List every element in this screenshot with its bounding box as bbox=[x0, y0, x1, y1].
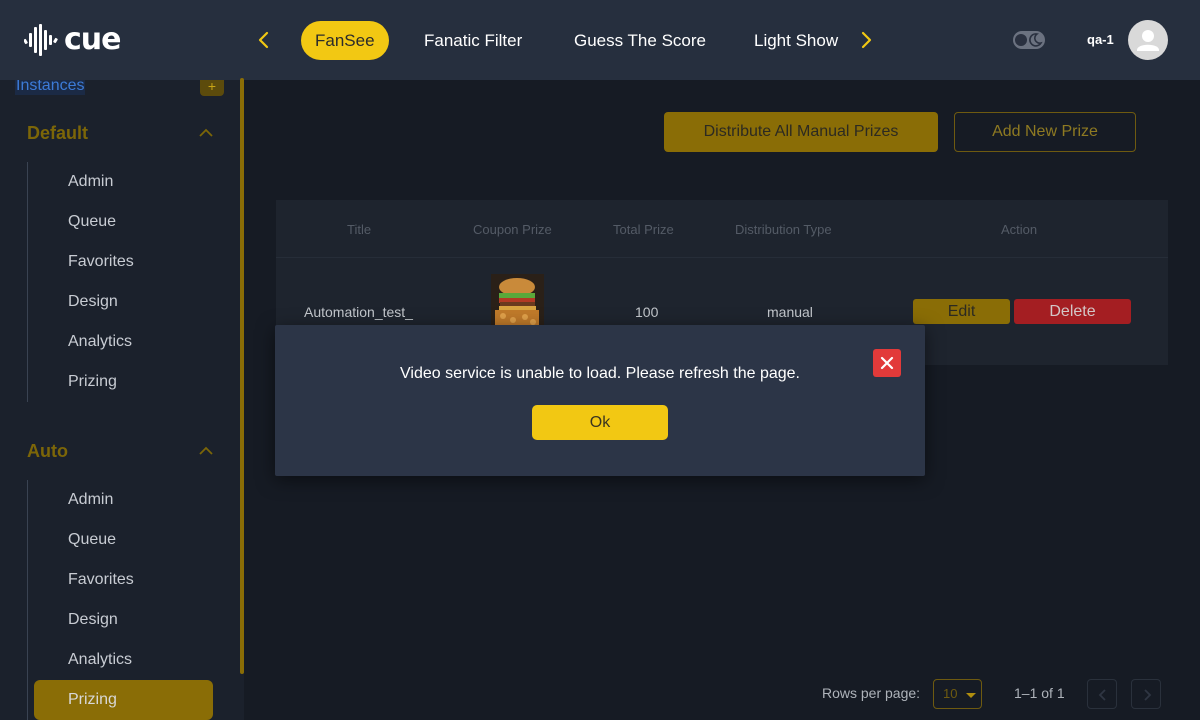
cue-logo[interactable]: cue bbox=[24, 22, 121, 58]
close-icon bbox=[880, 356, 894, 370]
sidebar: Instances + Default Admin Queue Favorite… bbox=[0, 80, 244, 720]
cell-distribution-type: manual bbox=[767, 304, 813, 320]
sidebar-item-queue[interactable]: Queue bbox=[68, 213, 116, 231]
rows-per-page-label: Rows per page: bbox=[822, 685, 921, 701]
header-divider bbox=[276, 257, 1168, 258]
sidebar-item-prizing[interactable]: Prizing bbox=[68, 373, 117, 391]
dialog-message: Video service is unable to load. Please … bbox=[400, 365, 800, 382]
group-divider bbox=[27, 480, 28, 720]
sidebar-item-admin[interactable]: Admin bbox=[68, 491, 113, 509]
add-new-prize-button[interactable]: Add New Prize bbox=[954, 112, 1136, 152]
dialog-close-button[interactable] bbox=[873, 349, 901, 377]
tab-fansee[interactable]: FanSee bbox=[301, 21, 389, 60]
previous-page-button[interactable] bbox=[1087, 679, 1117, 709]
soundwave-icon bbox=[24, 24, 58, 56]
chevron-left-icon bbox=[258, 31, 269, 49]
dialog-ok-button[interactable]: Ok bbox=[532, 405, 668, 440]
error-dialog: Video service is unable to load. Please … bbox=[275, 325, 925, 476]
tab-light-show[interactable]: Light Show bbox=[754, 21, 838, 60]
column-header-distribution-type: Distribution Type bbox=[735, 222, 832, 237]
sidebar-item-analytics[interactable]: Analytics bbox=[68, 651, 132, 669]
chevron-right-icon bbox=[861, 31, 872, 49]
coupon-prize-image bbox=[491, 274, 544, 327]
tab-guess-the-score[interactable]: Guess The Score bbox=[574, 21, 706, 60]
pagination-range: 1–1 of 1 bbox=[1014, 685, 1065, 701]
group-divider bbox=[27, 162, 28, 402]
delete-button[interactable]: Delete bbox=[1014, 299, 1131, 324]
moon-icon bbox=[1029, 33, 1043, 47]
toggle-knob bbox=[1015, 34, 1027, 46]
sidebar-item-favorites[interactable]: Favorites bbox=[68, 253, 134, 271]
user-icon bbox=[1137, 30, 1159, 51]
sidebar-item-queue[interactable]: Queue bbox=[68, 531, 116, 549]
chevron-right-icon bbox=[1144, 689, 1152, 701]
group-title-default[interactable]: Default bbox=[27, 123, 88, 144]
sidebar-item-analytics[interactable]: Analytics bbox=[68, 333, 132, 351]
chevron-up-icon[interactable] bbox=[198, 125, 214, 141]
column-header-coupon-prize: Coupon Prize bbox=[473, 222, 552, 237]
sidebar-item-admin[interactable]: Admin bbox=[68, 173, 113, 191]
top-header: cue FanSee Fanatic Filter Guess The Scor… bbox=[0, 0, 1200, 80]
cell-title: Automation_test_ bbox=[304, 304, 413, 320]
brand-name: cue bbox=[64, 22, 121, 57]
group-title-auto[interactable]: Auto bbox=[27, 441, 68, 462]
sidebar-item-favorites[interactable]: Favorites bbox=[68, 571, 134, 589]
chevron-up-icon[interactable] bbox=[198, 443, 214, 459]
sidebar-scrollbar[interactable] bbox=[240, 78, 244, 674]
column-header-action: Action bbox=[1001, 222, 1038, 237]
column-header-title: Title bbox=[347, 222, 372, 237]
burger-image-icon bbox=[491, 274, 544, 327]
edit-button[interactable]: Edit bbox=[913, 299, 1010, 324]
sidebar-item-design[interactable]: Design bbox=[68, 293, 118, 311]
theme-toggle[interactable] bbox=[1013, 31, 1045, 49]
tabs-prev-button[interactable] bbox=[252, 28, 276, 52]
add-instance-button[interactable]: + bbox=[200, 80, 224, 96]
username: qa-1 bbox=[1087, 32, 1114, 47]
next-page-button[interactable] bbox=[1131, 679, 1161, 709]
tabs-next-button[interactable] bbox=[854, 28, 878, 52]
sidebar-item-design[interactable]: Design bbox=[68, 611, 118, 629]
cell-total-prize: 100 bbox=[635, 304, 659, 320]
rows-per-page-value: 10 bbox=[943, 686, 958, 701]
user-avatar[interactable] bbox=[1128, 20, 1168, 60]
column-header-total-prize: Total Prize bbox=[613, 222, 674, 237]
chevron-left-icon bbox=[1098, 689, 1106, 701]
distribute-all-prizes-button[interactable]: Distribute All Manual Prizes bbox=[664, 112, 938, 152]
sidebar-item-prizing-active[interactable]: Prizing bbox=[34, 680, 213, 720]
caret-down-icon bbox=[966, 693, 976, 698]
instances-link[interactable]: Instances bbox=[15, 80, 86, 95]
tab-fanatic-filter[interactable]: Fanatic Filter bbox=[424, 21, 522, 60]
rows-per-page-select[interactable]: 10 bbox=[933, 679, 982, 709]
